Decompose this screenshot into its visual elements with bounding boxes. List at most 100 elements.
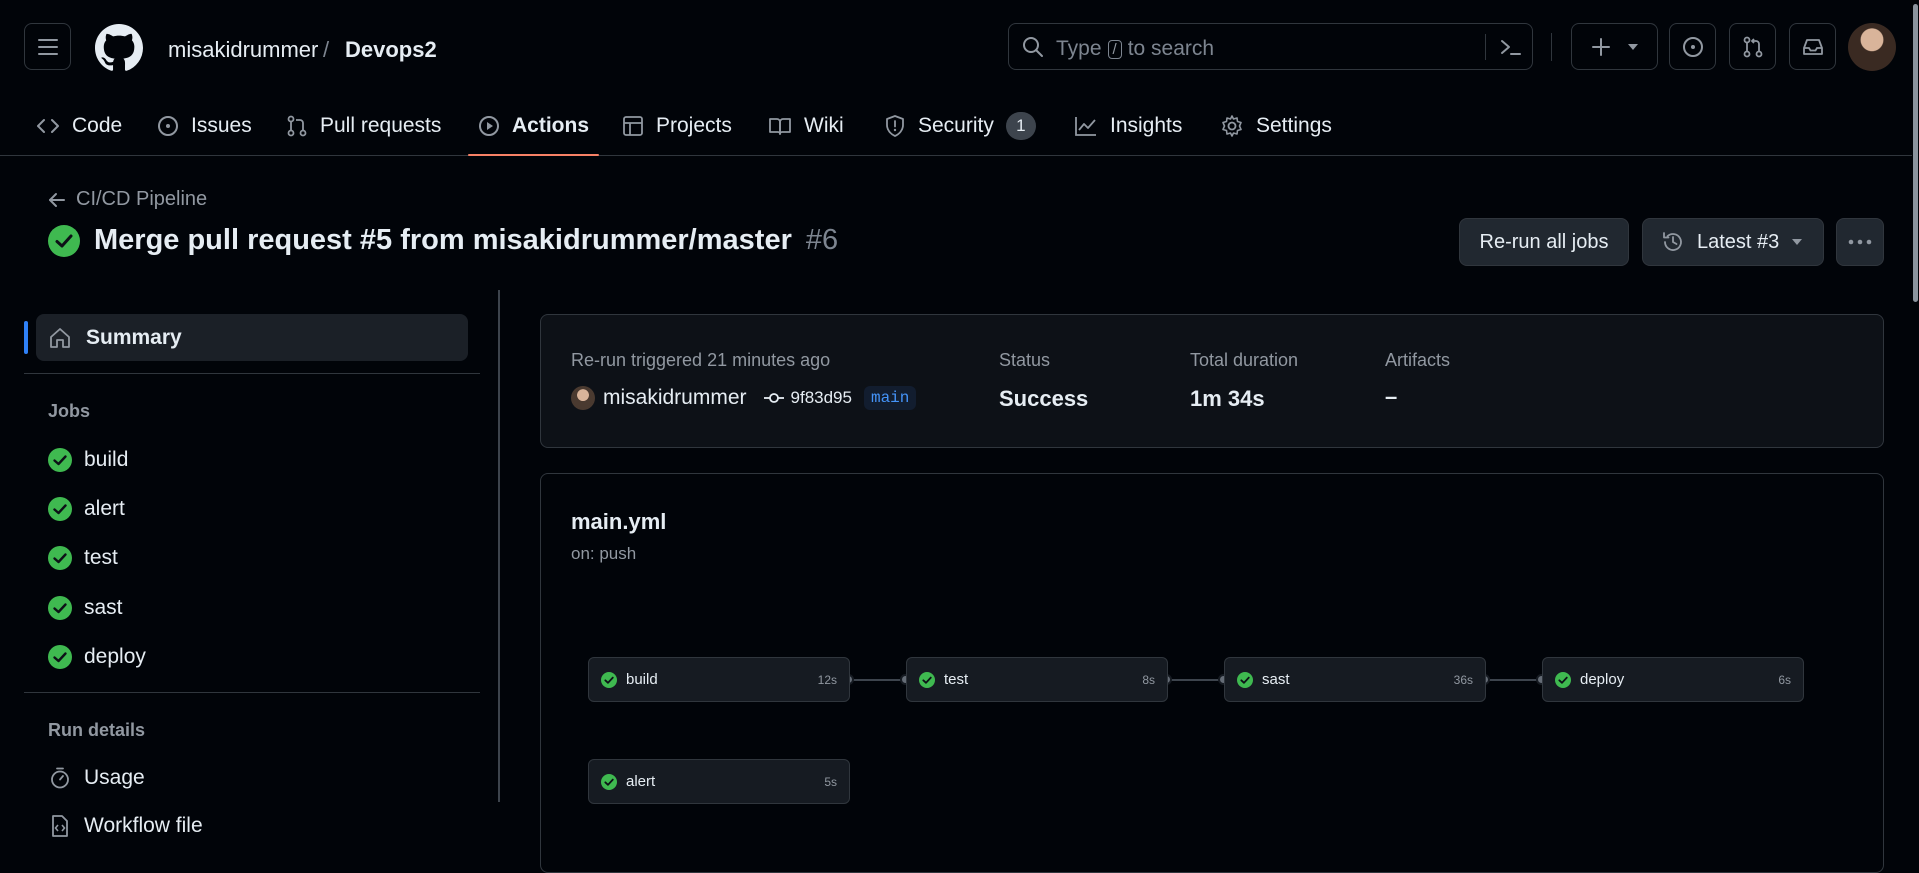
duration-label: Total duration <box>1190 350 1299 370</box>
inbox-button[interactable] <box>1789 23 1836 70</box>
attempt-select[interactable]: Latest #3 <box>1642 218 1824 266</box>
rerun-all-jobs-button[interactable]: Re-run all jobs <box>1459 218 1629 266</box>
check-circle-icon <box>48 497 72 521</box>
job-node-alert[interactable]: alert 5s <box>588 759 850 804</box>
job-node-name: sast <box>1262 671 1290 688</box>
pull-request-icon <box>1743 36 1762 57</box>
pull-requests-button[interactable] <box>1729 23 1776 70</box>
git-commit-icon <box>763 393 784 403</box>
issue-icon <box>157 115 179 137</box>
check-circle-icon <box>601 671 617 688</box>
github-logo[interactable] <box>95 24 143 72</box>
create-new-button[interactable] <box>1571 23 1658 70</box>
workflow-trigger: on: push <box>571 544 637 563</box>
table-icon <box>622 115 644 137</box>
repo-nav: Code Issues Pull requests Actions Projec… <box>0 96 1332 156</box>
trigger-label: Re-run triggered 21 minutes ago <box>571 350 831 370</box>
tab-insights[interactable]: Insights <box>1074 96 1182 156</box>
sidebar-job-build[interactable]: build <box>48 448 128 472</box>
tab-issues-label: Issues <box>191 114 252 137</box>
issues-button[interactable] <box>1669 23 1716 70</box>
sidebar-workflow-file-label: Workflow file <box>84 814 203 837</box>
header-divider <box>1551 33 1552 61</box>
job-connector <box>1167 679 1224 681</box>
home-icon <box>50 327 70 348</box>
job-node-deploy[interactable]: deploy 6s <box>1542 657 1804 702</box>
command-palette-icon[interactable] <box>1499 36 1523 58</box>
check-circle-icon <box>1555 671 1571 688</box>
job-connector <box>1485 679 1542 681</box>
tab-security-label: Security <box>918 114 994 137</box>
check-circle-icon <box>48 645 72 669</box>
menu-button[interactable] <box>24 23 71 70</box>
sidebar-jobs-heading: Jobs <box>48 401 91 421</box>
search-divider <box>1485 34 1486 60</box>
kebab-horizontal-icon <box>1848 239 1872 245</box>
sidebar-resize-handle[interactable] <box>498 290 500 802</box>
hamburger-icon <box>37 38 58 55</box>
page-scrollbar-thumb[interactable] <box>1913 4 1918 302</box>
check-circle-icon <box>601 773 617 790</box>
sidebar-job-deploy[interactable]: deploy <box>48 645 146 669</box>
job-node-duration: 12s <box>817 672 837 687</box>
search-input[interactable]: Type / to search <box>1008 23 1533 70</box>
check-circle-icon <box>48 546 72 570</box>
check-circle-icon <box>48 224 80 257</box>
actor-name[interactable]: misakidrummer <box>603 386 747 410</box>
tab-pull-requests[interactable]: Pull requests <box>286 96 441 156</box>
job-node-sast[interactable]: sast 36s <box>1224 657 1486 702</box>
sidebar-job-label: alert <box>84 497 125 520</box>
run-actor: misakidrummer 9f83d95 main <box>571 386 917 410</box>
job-node-build[interactable]: build 12s <box>588 657 850 702</box>
tab-issues[interactable]: Issues <box>157 96 252 156</box>
job-node-duration: 8s <box>1142 672 1155 687</box>
graph-icon <box>1074 115 1098 137</box>
sidebar-item-workflow-file[interactable]: Workflow file <box>48 814 203 838</box>
status-label: Status <box>999 350 1051 370</box>
user-avatar[interactable] <box>1848 23 1896 71</box>
page-title: Merge pull request #5 from misakidrummer… <box>48 224 838 257</box>
sidebar-run-details-heading: Run details <box>48 720 146 740</box>
tab-wiki-label: Wiki <box>804 114 844 137</box>
chevron-down-icon <box>1792 239 1803 245</box>
workflow-file-name[interactable]: main.yml <box>571 509 666 535</box>
inbox-icon <box>1802 38 1823 55</box>
sidebar-item-summary[interactable]: Summary <box>24 314 468 361</box>
sidebar-job-label: sast <box>84 596 123 619</box>
more-options-button[interactable] <box>1836 218 1884 266</box>
status-value: Success <box>999 386 1089 411</box>
breadcrumb-repo[interactable]: Devops2 <box>345 37 437 63</box>
pull-request-icon <box>286 115 308 137</box>
actor-avatar[interactable] <box>571 386 595 410</box>
search-placeholder: Type / to search <box>1056 37 1214 61</box>
sidebar-job-sast[interactable]: sast <box>48 596 123 620</box>
tab-code[interactable]: Code <box>36 96 122 156</box>
branch-label[interactable]: main <box>863 386 917 410</box>
security-count-badge: 1 <box>1005 112 1036 140</box>
code-icon <box>36 116 60 136</box>
tab-projects[interactable]: Projects <box>622 96 732 156</box>
tab-security[interactable]: Security 1 <box>884 96 1036 156</box>
sidebar-job-alert[interactable]: alert <box>48 497 125 521</box>
workflow-back-link[interactable]: CI/CD Pipeline <box>48 188 207 211</box>
tab-settings[interactable]: Settings <box>1220 96 1332 156</box>
sidebar-summary-label: Summary <box>86 325 182 349</box>
sidebar-item-usage[interactable]: Usage <box>48 766 145 790</box>
play-icon <box>478 115 500 137</box>
tab-wiki[interactable]: Wiki <box>768 96 844 156</box>
job-node-duration: 36s <box>1453 672 1473 687</box>
job-node-name: build <box>626 671 658 688</box>
book-icon <box>768 116 792 136</box>
search-placeholder-prefix: Type <box>1056 37 1102 60</box>
commit-link[interactable]: 9f83d95 <box>763 388 852 408</box>
breadcrumb-owner[interactable]: misakidrummer <box>168 37 318 63</box>
tab-code-label: Code <box>72 114 123 137</box>
sidebar-usage-label: Usage <box>84 766 145 789</box>
tab-actions[interactable]: Actions <box>467 96 600 156</box>
tab-projects-label: Projects <box>656 114 732 137</box>
job-node-test[interactable]: test 8s <box>906 657 1168 702</box>
sidebar-job-test[interactable]: test <box>48 546 118 570</box>
tab-actions-label: Actions <box>512 114 590 137</box>
check-circle-icon <box>48 596 72 620</box>
history-icon <box>1663 232 1682 251</box>
